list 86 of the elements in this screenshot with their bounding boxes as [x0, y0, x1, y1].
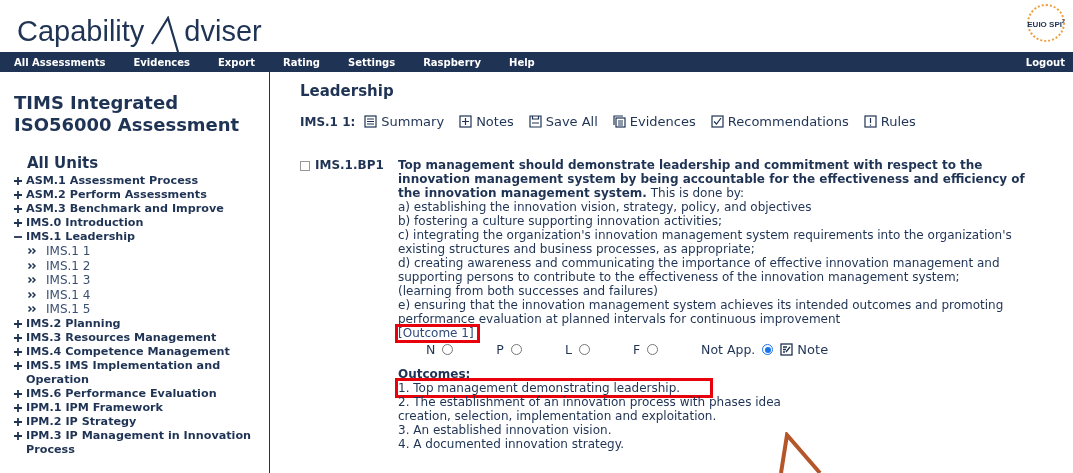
double-chevron-icon: [28, 306, 36, 313]
double-chevron-icon: [28, 248, 36, 255]
nav-link[interactable]: Evidences: [133, 56, 190, 68]
practice-line: (learning from both successes and failures): [398, 284, 659, 298]
tree-item[interactable]: ASM.2 Perform Assessments: [26, 188, 207, 202]
outcome-item: 2. The establishment of an innovation process with phases idea creation, selection, implementation and exploitation.: [398, 395, 782, 423]
tree-item[interactable]: IPM.2 IP Strategy: [26, 414, 137, 429]
outcome-item: 1. Top management demonstrating leadership.: [398, 381, 681, 395]
outcome-item: 4. A documented innovation strategy.: [398, 437, 625, 451]
tree-item[interactable]: IMS.5 IMS Implementation and Operation: [26, 358, 269, 387]
tree-subitem[interactable]: IMS.1 2: [46, 258, 91, 273]
units-heading: All Units: [27, 154, 100, 172]
partner-logo: EUIO SPI$^{2}$: [1027, 4, 1065, 42]
tree-item[interactable]: IPM.1 IPM Framework: [26, 400, 164, 415]
plus-icon[interactable]: [14, 219, 22, 227]
tree-subitem[interactable]: IMS.1 1: [46, 244, 91, 259]
practice-line: d) creating awareness and communicating the importance of effective innovation management and supporting persons to contribute to the effectiveness of the innovation management system;: [398, 256, 1001, 284]
outcome-reference: [Outcome 1]: [398, 327, 474, 340]
grade-letter: N: [426, 342, 436, 357]
toolbar-button[interactable]: Recommendations: [710, 114, 849, 129]
tree-item[interactable]: ASM.3 Benchmark and Improve: [26, 202, 224, 216]
logo-text: Capability: [17, 17, 145, 46]
outcome-item: 3. An established innovation vision.: [398, 423, 613, 437]
grade-letter: Not App.: [701, 342, 756, 357]
assessment-title: TIMS Integrated ISO56000 Assessment: [14, 92, 241, 136]
practice-line: c) integrating the organization's innovation management system requirements into the organization's existing structures and business processes, as appropriate;: [398, 228, 1013, 256]
plus-icon[interactable]: [14, 361, 22, 370]
double-chevron-icon: [28, 277, 36, 284]
tree-item[interactable]: IMS.6 Performance Evaluation: [26, 386, 217, 401]
tree-item[interactable]: IMS.1 Leadership: [26, 230, 136, 244]
grade-letter: F: [632, 342, 641, 357]
plus-icon[interactable]: [14, 403, 22, 412]
practice-line: a) establishing the innovation vision, strategy, policy, and objectives: [398, 200, 813, 214]
documents-icon: [612, 115, 626, 128]
toolbar-button[interactable]: Rules: [863, 114, 916, 129]
exclamation-box-icon: [863, 115, 877, 128]
nav-link[interactable]: Rating: [283, 56, 320, 68]
plus-icon[interactable]: [14, 191, 22, 199]
nav-link[interactable]: All Assessments: [14, 56, 106, 68]
practice-statement: Top management should demonstrate leadership and commitment with respect to the innovation management system by being accountable for the effectiveness and efficiency of the innovation management system. This is done by:: [398, 158, 1026, 200]
outcomes-heading: Outcomes:: [398, 368, 472, 381]
section-title: Leadership: [300, 82, 395, 100]
nav-link[interactable]: Help: [509, 56, 535, 68]
tree-item[interactable]: IMS.0 Introduction: [26, 216, 144, 230]
toolbar-button[interactable]: Summary: [364, 114, 445, 129]
note-button[interactable]: Note: [780, 342, 829, 357]
tree-subitem[interactable]: IMS.1 4: [46, 287, 91, 302]
plus-icon[interactable]: [14, 319, 22, 328]
toolbar-button[interactable]: Evidences: [612, 114, 696, 129]
plus-icon[interactable]: [14, 347, 22, 356]
tree-item[interactable]: ASM.1 Assessment Process: [26, 174, 199, 188]
plus-box-icon: [459, 115, 473, 128]
minus-icon[interactable]: [14, 233, 22, 241]
double-chevron-icon: [28, 262, 36, 269]
arrow-drawing: [778, 432, 822, 473]
plus-icon[interactable]: [14, 177, 22, 185]
nav-link[interactable]: Settings: [347, 56, 396, 68]
tree-item[interactable]: IMS.3 Resources Management: [26, 330, 217, 345]
logo-text: dviser: [184, 17, 262, 46]
floppy-icon: [528, 115, 542, 128]
nav-link[interactable]: Raspberry: [423, 56, 482, 68]
logout-link[interactable]: Logout: [1025, 56, 1065, 68]
note-icon: [780, 343, 794, 356]
tree-subitem[interactable]: IMS.1 3: [46, 273, 91, 288]
tree-subitem[interactable]: IMS.1 5: [46, 302, 91, 317]
nav-link[interactable]: Export: [217, 56, 255, 68]
grade-letter: L: [564, 342, 572, 357]
practice-line: b) fostering a culture supporting innovation activities;: [398, 214, 723, 228]
toolbar-label: IMS.1 1:: [300, 114, 356, 129]
double-chevron-icon: [28, 291, 36, 298]
checkbox[interactable]: [300, 161, 310, 171]
plus-icon[interactable]: [14, 333, 22, 342]
plus-icon[interactable]: [14, 389, 22, 398]
plus-icon[interactable]: [14, 431, 22, 440]
checkbox-icon: [710, 115, 724, 128]
toolbar-button[interactable]: Notes: [459, 114, 514, 129]
plus-icon[interactable]: [14, 205, 22, 213]
grade-letter: P: [496, 342, 504, 357]
toolbar-button[interactable]: Save All: [528, 114, 598, 129]
tree-item[interactable]: IPM.3 IP Management in Innovation Process: [26, 428, 269, 457]
plus-icon[interactable]: [14, 417, 22, 426]
tree-item[interactable]: IMS.4 Competence Management: [26, 344, 230, 359]
practice-id: IMS.1.BP1: [315, 158, 384, 172]
list-icon: [364, 115, 378, 128]
tree-item[interactable]: IMS.2 Planning: [26, 316, 121, 331]
practice-line: e) ensuring that the innovation management system achieves its intended outcomes and promoting performance evaluation at planned intervals for continuous improvement: [398, 298, 1005, 326]
